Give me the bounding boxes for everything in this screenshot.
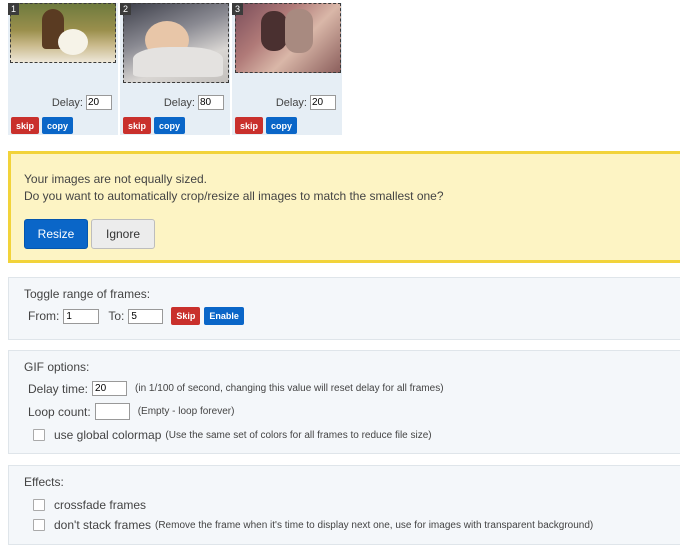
range-enable-button[interactable]: Enable bbox=[204, 307, 244, 325]
frame-thumbnail[interactable] bbox=[123, 3, 229, 83]
frame-number: 1 bbox=[8, 3, 19, 15]
colormap-label: use global colormap bbox=[54, 428, 162, 442]
toggle-range-title: Toggle range of frames: bbox=[24, 287, 151, 301]
frame-thumbnail[interactable] bbox=[235, 3, 341, 73]
frame-actions: skip copy bbox=[123, 117, 186, 134]
skip-button[interactable]: skip bbox=[123, 117, 152, 134]
selection-outline bbox=[123, 3, 229, 83]
selection-outline bbox=[235, 3, 341, 73]
loop-count-note: (Empty - loop forever) bbox=[137, 406, 235, 417]
range-skip-button[interactable]: Skip bbox=[171, 307, 201, 325]
delay-label: Delay: bbox=[51, 96, 83, 109]
colormap-checkbox[interactable] bbox=[33, 429, 45, 441]
crossfade-label: crossfade frames bbox=[54, 498, 147, 512]
frame-card: 2 Delay: skip copy bbox=[120, 3, 230, 135]
from-input[interactable] bbox=[63, 308, 100, 324]
loop-count-label: Loop count: bbox=[28, 404, 91, 419]
gif-options-panel: GIF options: Delay time: (in 1/100 of se… bbox=[8, 350, 680, 454]
loop-count-row: Loop count: (Empty - loop forever) bbox=[28, 403, 234, 420]
copy-button[interactable]: copy bbox=[266, 117, 298, 134]
delay-row: Delay: bbox=[52, 95, 112, 110]
skip-button[interactable]: skip bbox=[11, 117, 40, 134]
skip-button[interactable]: skip bbox=[235, 117, 264, 134]
ignore-button[interactable]: Ignore bbox=[91, 219, 155, 249]
delay-input[interactable] bbox=[310, 95, 336, 110]
gif-options-title: GIF options: bbox=[24, 360, 90, 374]
crossfade-row: crossfade frames bbox=[33, 498, 146, 512]
delay-time-input[interactable] bbox=[92, 381, 128, 396]
colormap-note: (Use the same set of colors for all fram… bbox=[165, 429, 432, 441]
delay-time-row: Delay time: (in 1/100 of second, changin… bbox=[28, 381, 444, 396]
delay-time-note: (in 1/100 of second, changing this value… bbox=[135, 383, 444, 394]
no-stack-checkbox[interactable] bbox=[33, 519, 45, 531]
delay-input[interactable] bbox=[86, 95, 112, 110]
size-warning-alert: Your images are not equally sized. Do yo… bbox=[8, 151, 680, 263]
toggle-range-panel: Toggle range of frames: From: To: Skip E… bbox=[8, 277, 680, 340]
delay-row: Delay: bbox=[276, 95, 336, 110]
frame-number: 2 bbox=[120, 3, 131, 15]
colormap-row: use global colormap (Use the same set of… bbox=[33, 428, 432, 442]
loop-count-input[interactable] bbox=[94, 403, 130, 420]
delay-label: Delay: bbox=[163, 96, 195, 109]
no-stack-note: (Remove the frame when it's time to disp… bbox=[155, 519, 594, 531]
from-label: From: bbox=[28, 309, 60, 323]
to-label: To: bbox=[108, 309, 125, 323]
no-stack-label: don't stack frames bbox=[54, 518, 151, 532]
frame-number: 3 bbox=[232, 3, 243, 15]
frame-card: 1 Delay: skip copy bbox=[8, 3, 118, 135]
delay-label: Delay: bbox=[275, 96, 307, 109]
delay-time-label: Delay time: bbox=[28, 381, 89, 396]
copy-button[interactable]: copy bbox=[154, 117, 186, 134]
selection-outline bbox=[10, 3, 116, 63]
no-stack-row: don't stack frames (Remove the frame whe… bbox=[33, 518, 593, 532]
frame-thumbnail[interactable] bbox=[10, 3, 116, 63]
warning-line-1: Your images are not equally sized. bbox=[24, 172, 207, 186]
crossfade-checkbox[interactable] bbox=[33, 499, 45, 511]
effects-title: Effects: bbox=[24, 475, 64, 489]
delay-input[interactable] bbox=[198, 95, 224, 110]
delay-row: Delay: bbox=[164, 95, 224, 110]
frame-actions: skip copy bbox=[235, 117, 298, 134]
range-row: From: To: Skip Enable bbox=[28, 307, 244, 325]
effects-panel: Effects: crossfade frames don't stack fr… bbox=[8, 465, 680, 545]
warning-line-2: Do you want to automatically crop/resize… bbox=[24, 189, 444, 203]
to-input[interactable] bbox=[128, 308, 164, 324]
frame-actions: skip copy bbox=[11, 117, 74, 134]
resize-button[interactable]: Resize bbox=[24, 219, 88, 249]
copy-button[interactable]: copy bbox=[42, 117, 74, 134]
frame-card: 3 Delay: skip copy bbox=[232, 3, 342, 135]
